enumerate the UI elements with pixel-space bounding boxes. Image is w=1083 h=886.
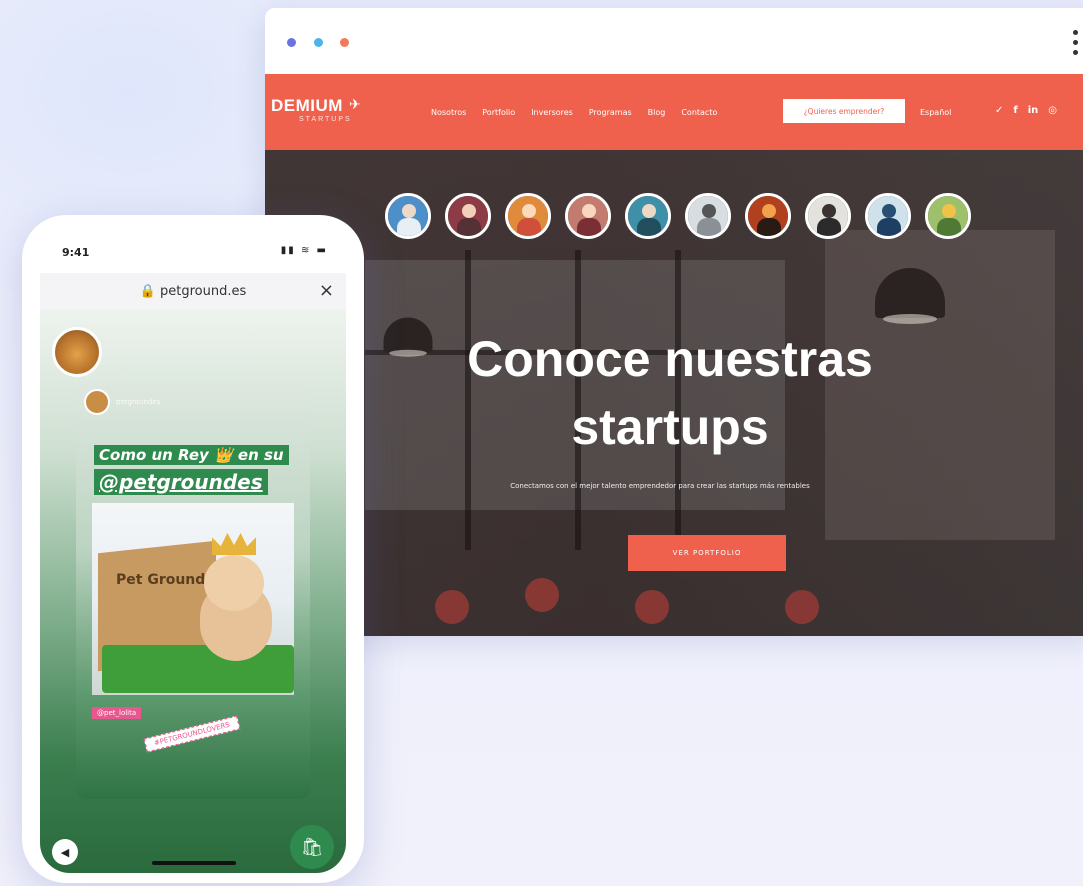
linkedin-icon[interactable]: in	[1028, 105, 1039, 116]
dog-head	[204, 555, 264, 611]
home-indicator	[152, 861, 236, 865]
logo-sub: STARTUPS	[299, 116, 352, 123]
window-dot-cyan[interactable]	[314, 38, 323, 47]
hero-title: Conoce nuestras startups	[265, 325, 1083, 461]
view-portfolio-button[interactable]: VER PORTFOLIO	[628, 535, 786, 571]
status-time: 9:41	[62, 246, 90, 259]
author-handle: petgroundes	[116, 398, 161, 406]
window-dot-blue[interactable]	[287, 38, 296, 47]
browser-chrome	[265, 8, 1083, 74]
logo-name: DEMIUM	[271, 96, 343, 115]
startup-avatar[interactable]	[925, 193, 971, 239]
paper-plane-icon: ✈	[349, 96, 361, 112]
author-avatar	[84, 389, 110, 415]
startup-avatar[interactable]	[865, 193, 911, 239]
window-dot-orange[interactable]	[340, 38, 349, 47]
startup-avatar[interactable]	[445, 193, 491, 239]
startup-avatar[interactable]	[505, 193, 551, 239]
hashtag-sticker[interactable]: #PETGROUNDLOVERS	[143, 715, 241, 753]
main-menu: Nosotros Portfolio Inversores Programas …	[431, 108, 717, 117]
instagram-story: petgroundes Como un Rey 👑 en su @petgrou…	[40, 309, 346, 873]
menu-item-blog[interactable]: Blog	[648, 108, 666, 117]
facebook-icon[interactable]: f	[1013, 105, 1017, 116]
crown-icon	[212, 533, 256, 555]
story-author: petgroundes	[84, 389, 160, 415]
status-bar: 9:41 ▮▮ ≋ ▬	[40, 233, 346, 277]
hero-title-line1: Conoce nuestras	[467, 331, 873, 387]
signal-wifi-battery-icon: ▮▮ ≋ ▬	[280, 245, 328, 256]
menu-item-portfolio[interactable]: Portfolio	[482, 108, 515, 117]
kebab-menu-icon[interactable]	[1073, 30, 1079, 60]
twitter-icon[interactable]: ✓	[995, 105, 1003, 116]
hero-title-line2: startups	[571, 399, 769, 455]
chair	[435, 590, 469, 624]
hero-subtitle: Conectamos con el mejor talento emprende…	[510, 482, 810, 490]
menu-item-programas[interactable]: Programas	[589, 108, 632, 117]
menu-item-contacto[interactable]: Contacto	[681, 108, 717, 117]
startup-avatar[interactable]	[565, 193, 611, 239]
startup-avatar[interactable]	[385, 193, 431, 239]
language-selector[interactable]: Español	[920, 108, 951, 117]
url-text: 🔒 petground.es	[139, 284, 247, 299]
startup-avatar[interactable]	[745, 193, 791, 239]
story-caption-mention[interactable]: @petgroundes	[94, 469, 268, 495]
chair	[635, 590, 669, 624]
story-photo: Pet Ground	[92, 503, 294, 695]
emprender-button[interactable]: ¿Quieres emprender?	[783, 99, 905, 123]
user-tag-pill[interactable]: @pet_lolita	[92, 707, 142, 719]
startup-avatar[interactable]	[685, 193, 731, 239]
story-avatar[interactable]	[52, 327, 102, 377]
grass-mat	[102, 645, 294, 693]
chair	[525, 578, 559, 612]
site-navbar: DEMIUM STARTUPS ✈ Nosotros Portfolio Inv…	[265, 74, 1083, 150]
shopping-bag-icon[interactable]: 🛍	[290, 825, 334, 869]
close-icon[interactable]: ×	[319, 280, 334, 301]
startup-avatar[interactable]	[625, 193, 671, 239]
social-links: ✓ f in ◎	[995, 105, 1057, 116]
box-logo-text: Pet Ground	[116, 572, 206, 588]
back-arrow-icon[interactable]: ◀	[52, 839, 78, 865]
instagram-icon[interactable]: ◎	[1048, 105, 1057, 116]
startup-avatars	[385, 193, 971, 239]
story-card[interactable]: petgroundes Como un Rey 👑 en su @petgrou…	[76, 381, 310, 799]
menu-item-nosotros[interactable]: Nosotros	[431, 108, 466, 117]
menu-item-inversores[interactable]: Inversores	[531, 108, 573, 117]
chair	[785, 590, 819, 624]
url-bar[interactable]: 🔒 petground.es ×	[40, 273, 346, 309]
browser-window: DEMIUM STARTUPS ✈ Nosotros Portfolio Inv…	[265, 8, 1083, 636]
story-caption-line1: Como un Rey 👑 en su	[94, 445, 289, 465]
phone-screen: 9:41 ▮▮ ≋ ▬ 🔒 petground.es × petgroundes…	[40, 233, 346, 873]
site-logo[interactable]: DEMIUM STARTUPS ✈	[271, 96, 361, 123]
hero-section: Conoce nuestras startups Conectamos con …	[265, 150, 1083, 636]
startup-avatar[interactable]	[805, 193, 851, 239]
phone-mockup: 9:41 ▮▮ ≋ ▬ 🔒 petground.es × petgroundes…	[22, 215, 364, 883]
